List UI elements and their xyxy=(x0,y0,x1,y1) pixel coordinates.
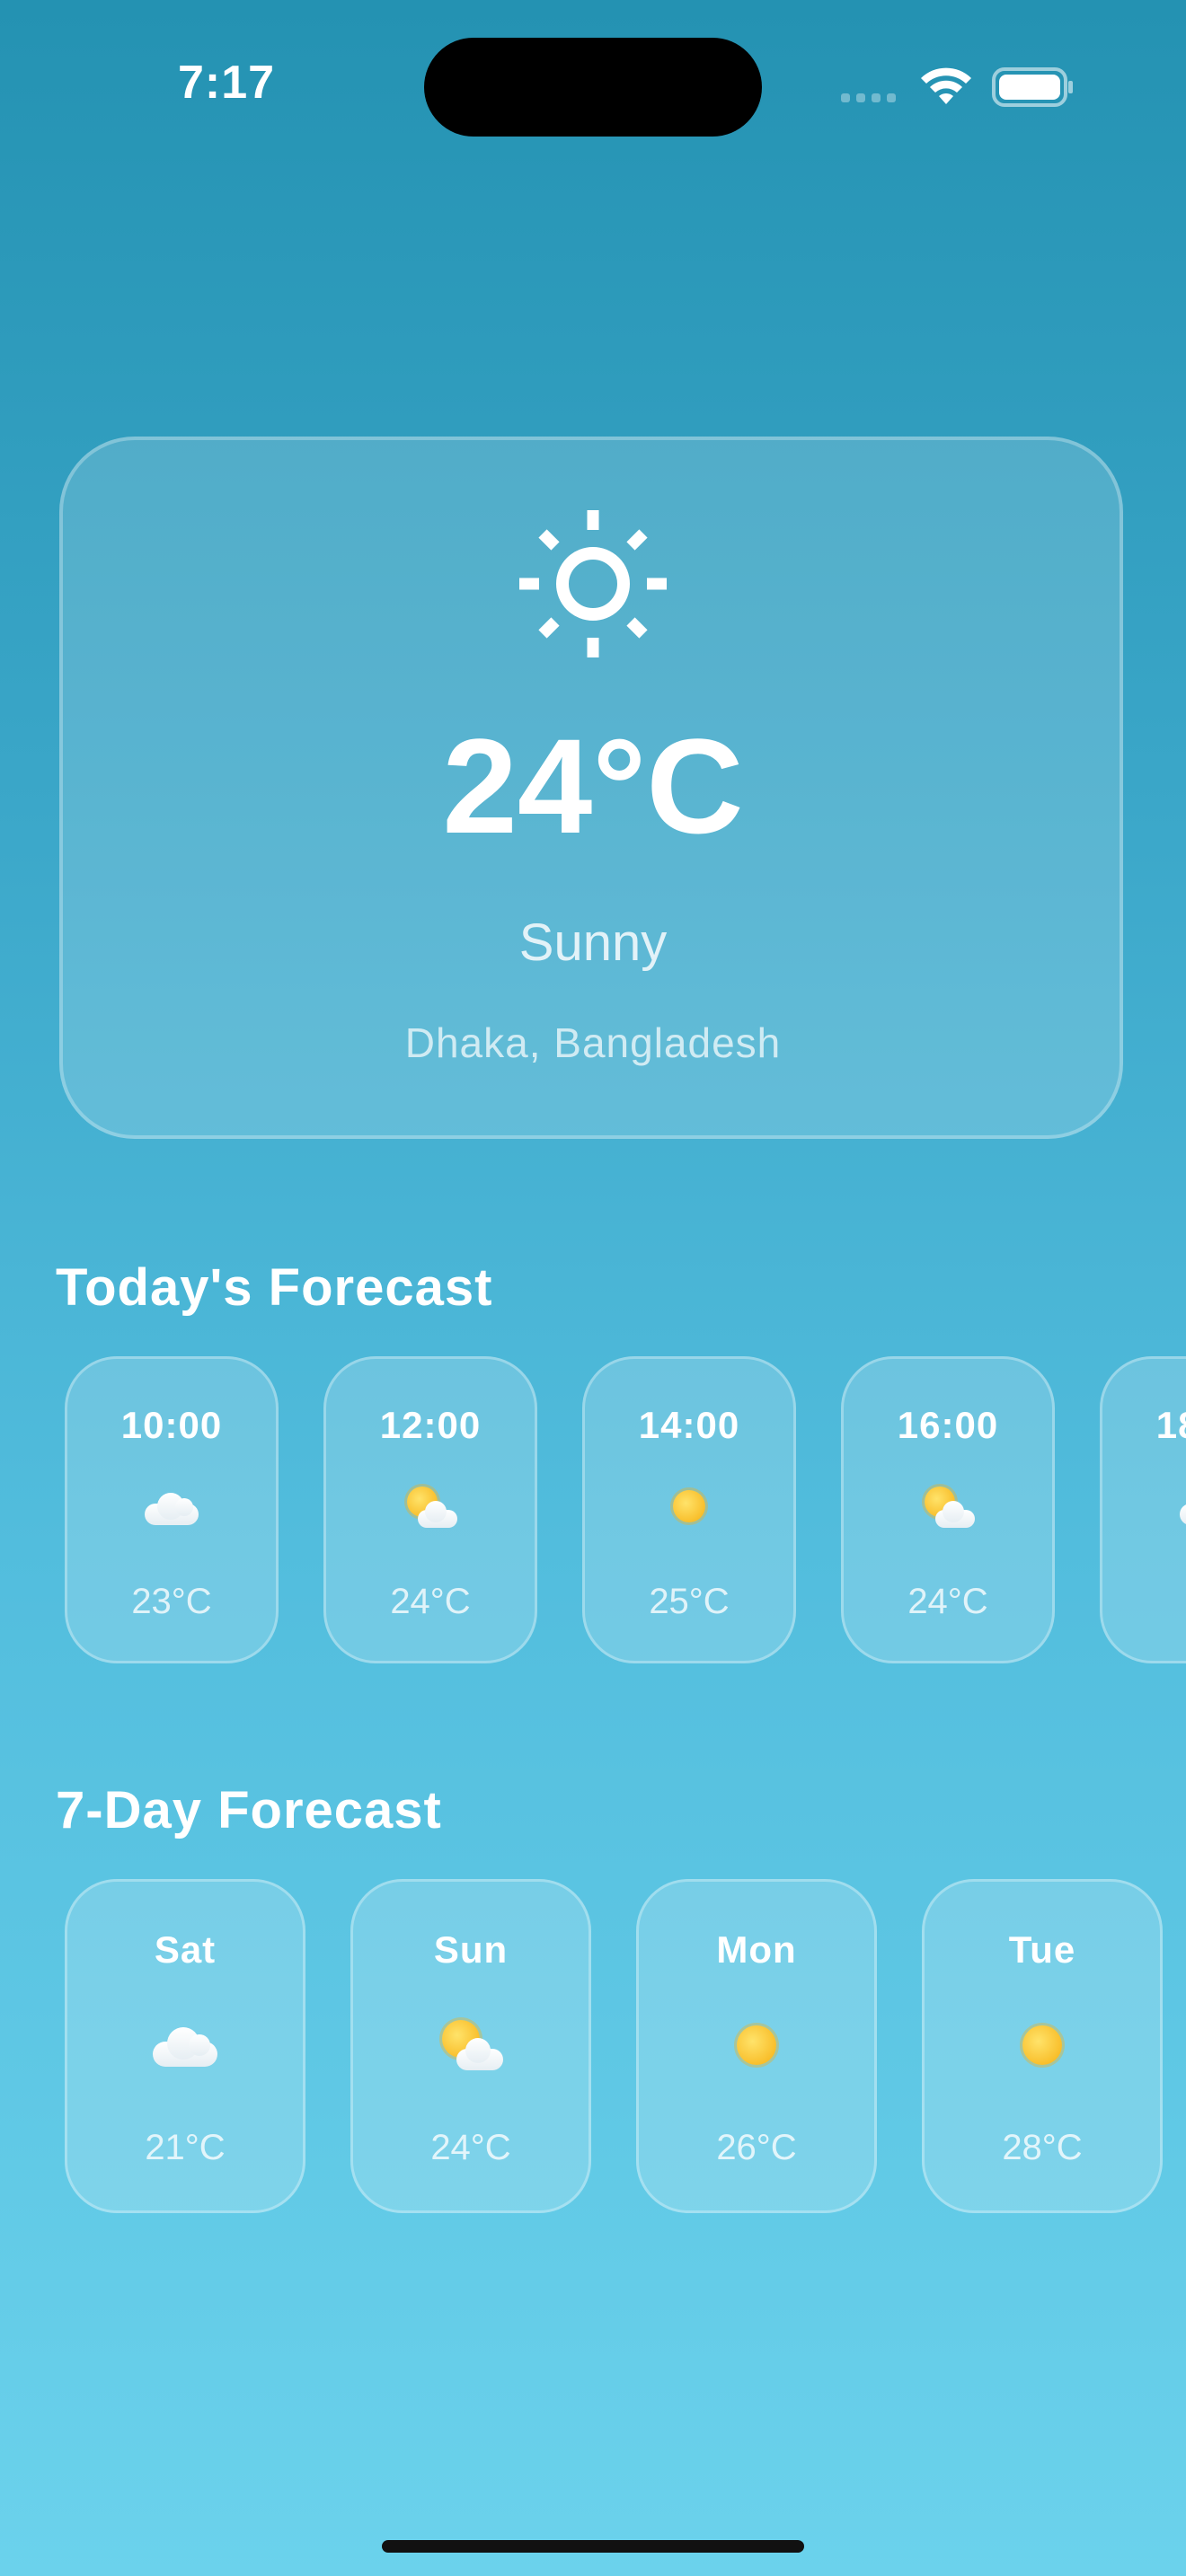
hourly-forecast-title: Today's Forecast xyxy=(56,1258,493,1317)
hourly-time: 10:00 xyxy=(120,1404,223,1446)
hourly-time: 16:00 xyxy=(897,1404,999,1446)
sun-outline-icon xyxy=(519,510,667,657)
sun-behind-cloud-icon xyxy=(326,1483,535,1545)
home-indicator[interactable] xyxy=(382,2540,804,2553)
sun-behind-cloud-icon xyxy=(353,2016,589,2090)
daily-temperature: 28°C xyxy=(1002,2128,1083,2167)
dynamic-island xyxy=(424,38,762,137)
battery-icon xyxy=(992,67,1073,107)
hourly-forecast-list[interactable]: 10:00 23°C 12:00 24°C 14:00 25°C 16:00 2… xyxy=(0,1356,1186,1667)
daily-day: Sat xyxy=(154,1928,217,1971)
hourly-temperature: 24°C xyxy=(390,1582,471,1621)
daily-day: Mon xyxy=(716,1928,797,1971)
hourly-temperature: 24°C xyxy=(907,1582,988,1621)
sun-icon xyxy=(585,1483,793,1541)
hourly-item[interactable]: 18:00 2 xyxy=(1100,1356,1186,1663)
daily-temperature: 21°C xyxy=(145,2128,226,2167)
sun-icon xyxy=(639,2016,874,2088)
daily-item[interactable]: Sat 21°C xyxy=(65,1879,305,2213)
cellular-signal-icon xyxy=(841,93,896,102)
daily-day: Tue xyxy=(1008,1928,1076,1971)
daily-forecast-title: 7-Day Forecast xyxy=(56,1781,442,1839)
cloud-icon xyxy=(67,2016,303,2081)
daily-forecast-list[interactable]: Sat 21°C Sun 24°C Mon 26°C Tue 28°C xyxy=(0,1879,1186,2215)
cloud-icon xyxy=(1102,1483,1186,1537)
hourly-time: 14:00 xyxy=(638,1404,740,1446)
hourly-temperature: 25°C xyxy=(649,1582,730,1621)
current-location: Dhaka, Bangladesh xyxy=(404,1019,782,1066)
current-temperature: 24°C xyxy=(442,710,744,861)
hourly-item[interactable]: 12:00 24°C xyxy=(323,1356,537,1663)
daily-temperature: 24°C xyxy=(430,2128,511,2167)
hourly-temperature: 2 xyxy=(1102,1582,1186,1622)
current-condition: Sunny xyxy=(518,913,668,972)
hourly-item[interactable]: 14:00 25°C xyxy=(582,1356,796,1663)
daily-day: Sun xyxy=(433,1928,509,1971)
daily-temperature: 26°C xyxy=(716,2128,797,2167)
daily-item[interactable]: Tue 28°C xyxy=(922,1879,1163,2213)
status-time: 7:17 xyxy=(178,57,276,109)
daily-item[interactable]: Mon 26°C xyxy=(636,1879,877,2213)
hourly-item[interactable]: 16:00 24°C xyxy=(841,1356,1055,1663)
hourly-item[interactable]: 10:00 23°C xyxy=(65,1356,279,1663)
sun-icon xyxy=(925,2016,1160,2088)
sun-behind-cloud-icon xyxy=(844,1483,1052,1545)
wifi-icon xyxy=(921,67,971,104)
cloud-icon xyxy=(67,1483,276,1537)
hourly-temperature: 23°C xyxy=(131,1582,212,1621)
hourly-time: 18:00 xyxy=(1155,1404,1186,1446)
daily-item[interactable]: Sun 24°C xyxy=(350,1879,591,2213)
hourly-time: 12:00 xyxy=(379,1404,482,1446)
